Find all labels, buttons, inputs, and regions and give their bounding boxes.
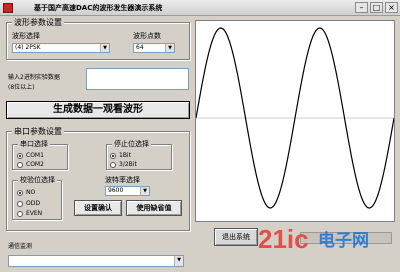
radio-icon	[110, 161, 116, 168]
parity-label: 校验位选择	[18, 175, 57, 185]
waveform-plot	[195, 27, 395, 209]
wave-params-label: 波形参数设置	[12, 17, 64, 28]
stopbit-option-1bit[interactable]: 1Bit	[110, 152, 131, 159]
exit-button[interactable]: 退出系统	[214, 228, 258, 246]
port-option-com1[interactable]: COM1	[17, 152, 44, 159]
radio-icon	[17, 161, 23, 168]
window-controls: – □ ×	[355, 2, 398, 13]
close-window-button[interactable]: ×	[385, 2, 398, 13]
wave-params-group: 波形参数设置	[6, 17, 190, 60]
parity-option-label: EVEN	[26, 210, 43, 217]
stopbit-option-label: 3/2Bit	[119, 161, 137, 168]
stopbit-option-32bit[interactable]: 3/2Bit	[110, 161, 137, 168]
waveform-display	[195, 20, 395, 222]
radio-icon	[17, 200, 23, 207]
radio-selected-icon	[17, 189, 23, 196]
status-field[interactable]: ▼	[8, 255, 184, 267]
chevron-down-icon: ▼	[100, 44, 109, 52]
watermark-text: 电子网	[318, 231, 369, 251]
baud-value: 9600	[108, 187, 124, 194]
chevron-down-icon: ▼	[165, 44, 174, 52]
minimize-button[interactable]: –	[355, 2, 368, 13]
serial-params-label: 串口参数设置	[12, 126, 64, 137]
parity-option-no[interactable]: NO	[17, 189, 35, 196]
input-label: 输入2进制实验数据	[8, 74, 60, 81]
app-icon	[3, 3, 13, 13]
input-hint: (8位以上)	[8, 84, 35, 91]
confirm-settings-button[interactable]: 设置确认	[74, 200, 122, 216]
parity-option-label: NO	[26, 189, 36, 196]
wave-select-label: 波形选择	[12, 32, 40, 40]
use-defaults-button[interactable]: 使用缺省值	[126, 200, 182, 216]
title-bar: 基于国产高速DAC的波形发生器演示系统 – □ ×	[0, 0, 400, 16]
radio-icon	[17, 210, 23, 217]
window-title: 基于国产高速DAC的波形发生器演示系统	[34, 4, 163, 12]
generate-button[interactable]: 生成数据一观看波形	[6, 101, 190, 119]
baud-dropdown[interactable]: 9600 ▼	[105, 186, 150, 196]
points-dropdown[interactable]: 64 ▼	[133, 43, 175, 53]
radio-selected-icon	[110, 152, 116, 159]
watermark-logo: 21ic	[258, 224, 309, 254]
port-option-label: COM1	[26, 152, 44, 159]
status-label: 通信监测	[8, 243, 33, 250]
baud-label: 波特率选择	[105, 176, 140, 184]
maximize-button[interactable]: □	[370, 2, 383, 13]
wave-select-dropdown[interactable]: (4) 2PSK ▼	[12, 43, 110, 53]
port-label: 串口选择	[18, 139, 50, 149]
radio-selected-icon	[17, 152, 23, 159]
chevron-down-icon: ▼	[174, 256, 183, 266]
parity-option-even[interactable]: EVEN	[17, 210, 42, 217]
wave-select-value: (4) 2PSK	[15, 44, 41, 51]
parity-option-label: ODD	[26, 200, 40, 207]
parity-option-odd[interactable]: ODD	[17, 200, 40, 207]
chevron-down-icon: ▼	[140, 187, 149, 195]
binary-data-input[interactable]	[86, 68, 189, 90]
points-label: 波形点数	[133, 32, 161, 40]
stopbit-label: 停止位选择	[112, 139, 151, 149]
port-option-com2[interactable]: COM2	[17, 161, 44, 168]
points-value: 64	[136, 44, 144, 51]
port-option-label: COM2	[26, 161, 44, 168]
stopbit-option-label: 1Bit	[119, 152, 131, 159]
